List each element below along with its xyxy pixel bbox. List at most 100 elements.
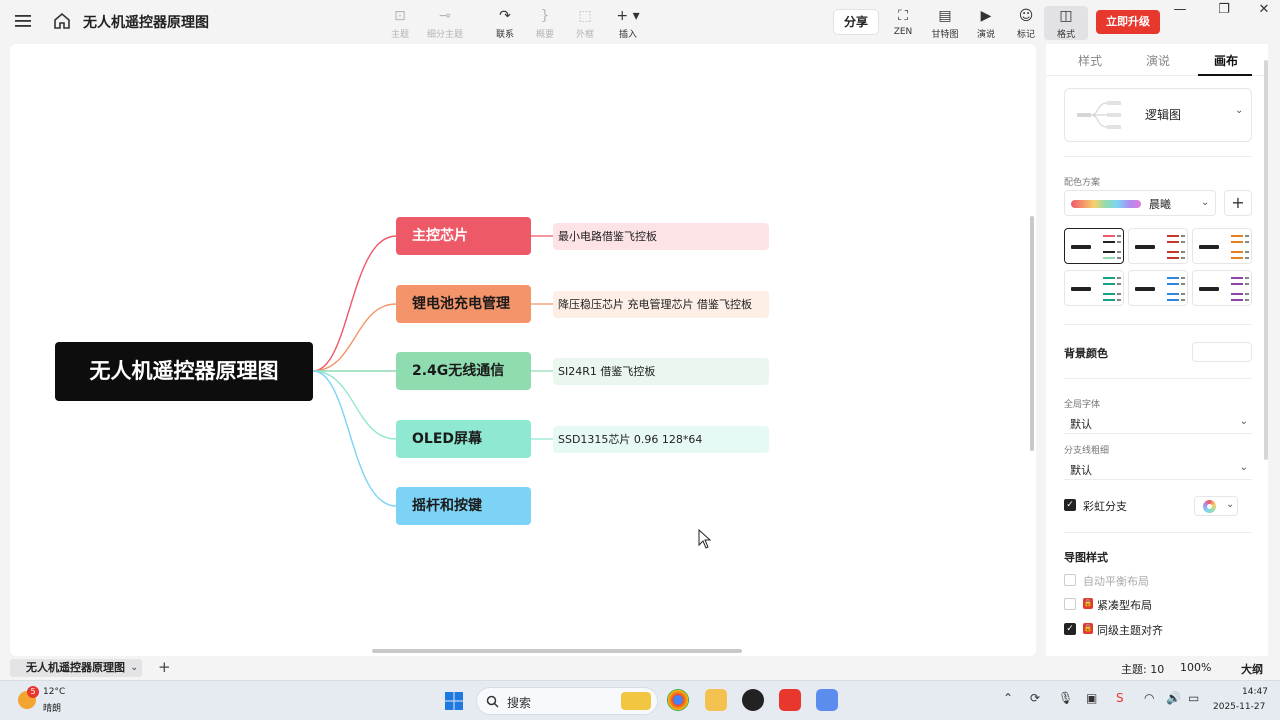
connector-5 [312,370,397,507]
insert-icon: + ▾ [616,8,640,24]
battery-icon[interactable]: ▭ [1188,691,1199,705]
auto-balance-checkbox[interactable]: 自动平衡布局 [1064,572,1184,588]
background-color-label: 背景颜色 [1064,347,1108,360]
background-color-picker[interactable] [1192,342,1252,362]
color-scheme-value: 晨曦 [1149,198,1171,211]
rainbow-ring-icon [1203,500,1216,513]
vertical-scrollbar[interactable] [1030,216,1034,451]
wifi-icon[interactable]: ◠ [1144,691,1154,705]
chevron-down-icon: ⌄ [1235,105,1244,116]
format-icon: ◫ [1059,8,1073,24]
temperature: 12°C [43,687,66,697]
search-highlight-icon [621,692,651,710]
close-icon[interactable]: ✕ [1254,2,1274,17]
add-color-scheme-button[interactable]: + [1224,190,1252,216]
subtopic-2[interactable]: 降压稳压芯片 充电管理芯片 借鉴飞控板 [553,291,769,318]
sync-icon[interactable]: ⟳ [1030,691,1040,705]
outline-button[interactable]: 大纲 [1241,661,1263,677]
add-sheet-button[interactable]: + [158,658,171,676]
theme-option-3[interactable] [1192,228,1252,264]
minimize-icon[interactable]: — [1170,2,1190,17]
divider [1064,378,1252,379]
xmind-icon[interactable] [779,689,801,711]
restore-icon[interactable]: ❐ [1214,2,1234,17]
theme-option-1[interactable] [1064,228,1124,264]
chevron-up-icon[interactable]: ⌃ [1003,691,1013,705]
tab-style[interactable]: 样式 [1060,52,1120,69]
color-scheme-swatch [1071,200,1141,208]
insert-button[interactable]: + ▾ 插入 [601,6,655,40]
search-icon [486,695,499,708]
connector-2 [312,303,397,372]
upgrade-button[interactable]: 立即升级 [1096,10,1160,34]
tab-canvas[interactable]: 画布 [1196,52,1256,69]
app-tray-icon[interactable]: ▣ [1086,691,1097,705]
format-button[interactable]: ◫ 格式 [1044,6,1088,40]
chevron-down-icon: ⌄ [1226,499,1235,510]
connector-1 [312,235,397,372]
subtopic-button[interactable]: ⊸ 细分主题 [418,6,472,40]
main-topic-2[interactable]: 锂电池充电管理 [396,285,531,323]
share-button[interactable]: 分享 [834,10,878,34]
rainbow-color-picker[interactable]: ⌄ [1194,496,1238,516]
panel-scrollbar[interactable] [1264,60,1268,460]
align-siblings-checkbox[interactable]: ✓ 🔒 同级主题对齐 [1064,621,1184,637]
connector-4 [312,370,397,440]
main-topic-3[interactable]: 2.4G无线通信 [396,352,531,390]
main-topic-5[interactable]: 摇杆和按键 [396,487,531,525]
menu-icon[interactable] [14,12,32,30]
horizontal-scrollbar[interactable] [372,649,742,653]
sheet-bar: 无人机遥控器原理图 ⌄ + 主题: 10 100% 大纲 [0,656,1280,680]
font-label: 全局字体 [1064,400,1101,410]
theme-option-4[interactable] [1064,270,1124,306]
ime-icon[interactable]: S [1116,691,1124,705]
rainbow-branch-checkbox[interactable]: ✓ 彩虹分支 [1064,497,1184,513]
structure-selector[interactable]: 逻辑图 ⌄ [1064,88,1252,142]
subtopic-3[interactable]: SI24R1 借鉴飞控板 [553,358,769,385]
theme-option-5[interactable] [1128,270,1188,306]
zoom-level[interactable]: 100% [1180,661,1211,674]
notification-badge: 5 [27,686,39,698]
chevron-down-icon: ⌄ [1201,197,1210,208]
panel-tabs: 样式 演说 画布 [1046,44,1268,76]
color-scheme-select[interactable]: 晨曦 ⌄ [1064,190,1216,216]
chevron-down-icon: ⌄ [1239,416,1248,427]
chevron-down-icon: ⌄ [130,663,138,673]
structure-value: 逻辑图 [1145,108,1182,122]
subtopic-1[interactable]: 最小电路借鉴飞控板 [553,223,769,250]
lock-icon: 🔒 [1083,623,1093,634]
windows-start-icon[interactable] [444,691,464,711]
main-topic-1[interactable]: 主控芯片 [396,217,531,255]
map-style-label: 导图样式 [1064,551,1108,564]
main-topic-4[interactable]: OLED屏幕 [396,420,531,458]
chrome-icon[interactable] [667,689,689,711]
branch-width-select[interactable]: 默认 ⌄ [1064,460,1252,480]
topic-count: 主题: 10 [1121,663,1165,676]
central-topic[interactable]: 无人机遥控器原理图 [55,342,313,401]
checkbox-checked-icon: ✓ [1064,499,1076,511]
theme-option-2[interactable] [1128,228,1188,264]
divider [1064,156,1252,157]
compact-layout-checkbox[interactable]: 🔒 紧凑型布局 [1064,596,1184,612]
file-explorer-icon[interactable] [705,689,727,711]
divider [1064,532,1252,533]
volume-icon[interactable]: 🔊 [1166,691,1181,705]
subtopic-4[interactable]: SSD1315芯片 0.96 128*64 [553,426,769,453]
taskbar-search[interactable]: 搜索 [476,687,658,715]
mindmap-canvas[interactable]: 无人机遥控器原理图 主控芯片 锂电池充电管理 2.4G无线通信 OLED屏幕 摇… [10,44,1036,656]
top-toolbar: 无人机遥控器原理图 ⊡ 主题 ⊸ 细分主题 ↷ 联系 } 概要 ⬚ 外框 + ▾ 插入 分享… [0,0,1280,44]
lock-icon: 🔒 [1083,598,1093,609]
microphone-icon[interactable]: 🎙 [1058,691,1073,705]
branch-width-label: 分支线粗细 [1064,446,1110,456]
chevron-down-icon: ⌄ [1239,462,1248,473]
cloud-app-icon[interactable] [816,689,838,711]
sheet-tab[interactable]: 无人机遥控器原理图 ⌄ [10,659,142,677]
font-select[interactable]: 默认 ⌄ [1064,414,1252,434]
weather-description: 晴朗 [43,704,62,714]
clock-date[interactable]: 2025-11-27 [1213,702,1265,712]
obs-icon[interactable] [742,689,764,711]
theme-option-6[interactable] [1192,270,1252,306]
tab-presentation[interactable]: 演说 [1128,52,1188,69]
clock-time[interactable]: 14:47 [1242,687,1268,697]
home-icon[interactable] [52,11,72,31]
